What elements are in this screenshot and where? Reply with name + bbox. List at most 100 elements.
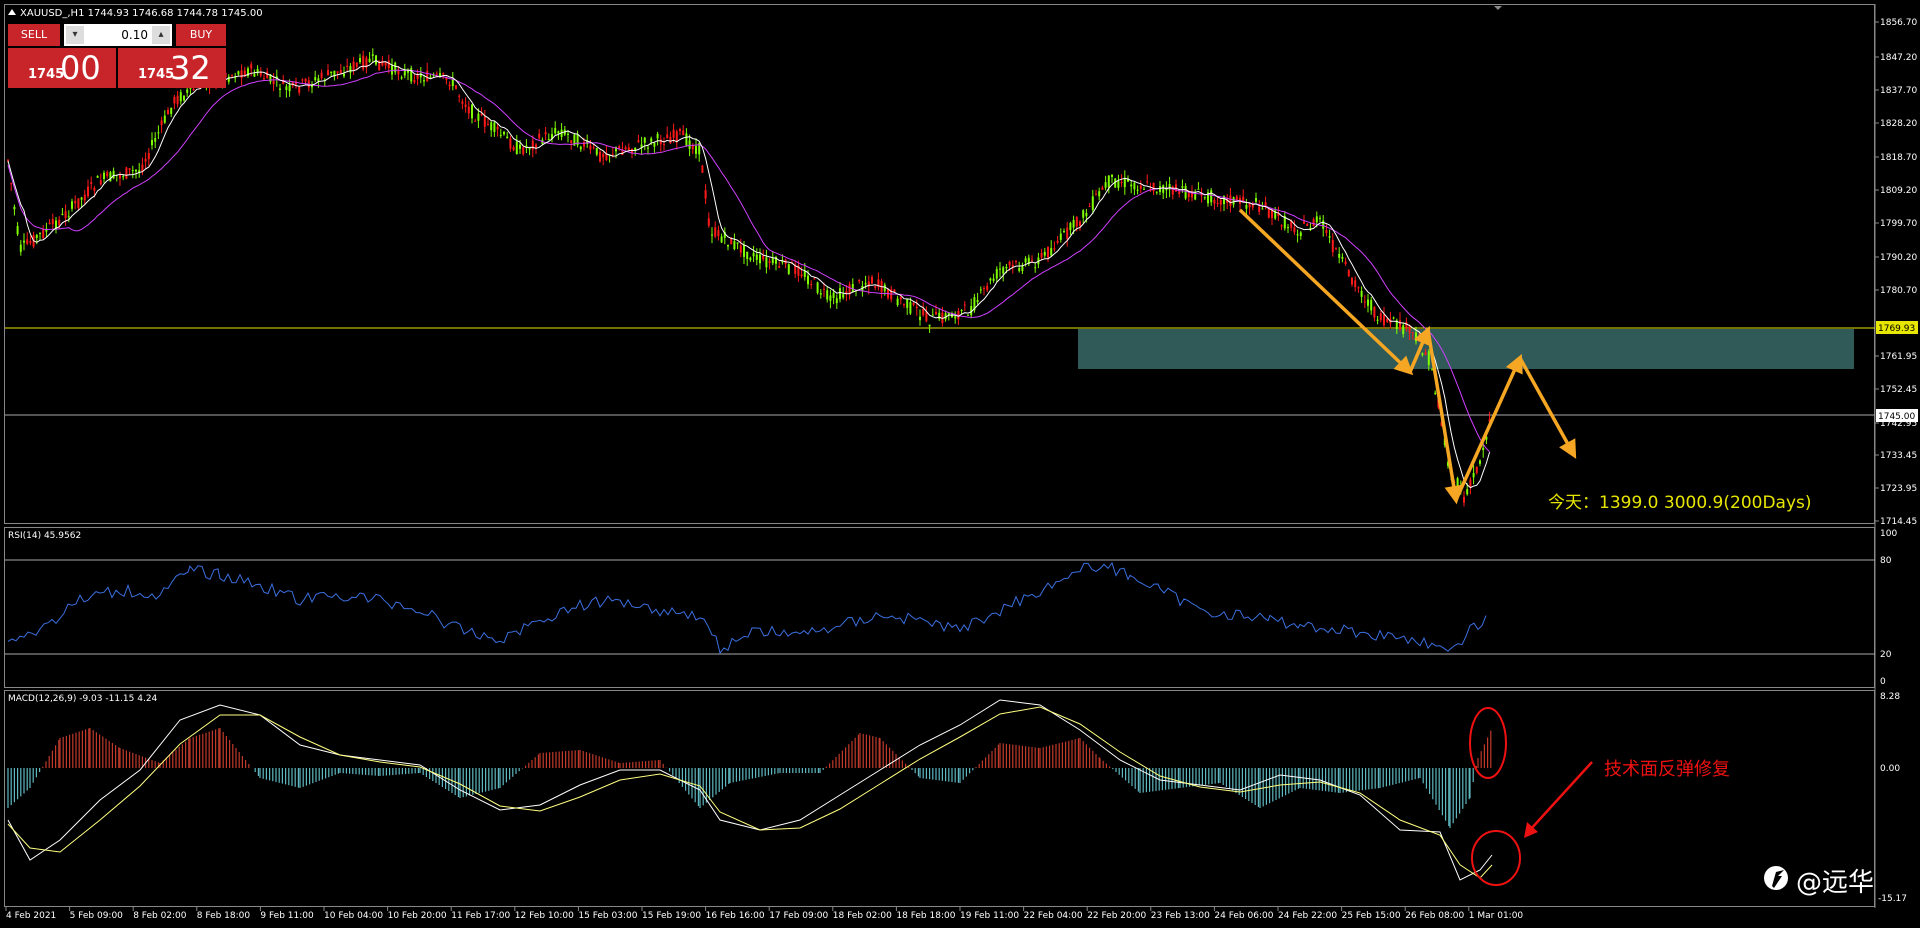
- candle-body: [1261, 208, 1264, 210]
- candle-body: [1091, 196, 1094, 210]
- candle-body: [643, 137, 646, 143]
- candle-body: [1328, 236, 1331, 238]
- candle-body: [1373, 306, 1376, 318]
- candle-body: [10, 183, 13, 185]
- candle-body: [64, 211, 67, 219]
- main-price-pane[interactable]: XAUUSD_,H1 1744.93 1746.68 1744.78 1745.…: [5, 8, 1875, 513]
- candle-body: [83, 194, 86, 201]
- candle-body: [816, 282, 819, 293]
- candle-body: [1008, 261, 1011, 266]
- macd-pane[interactable]: MACD(12,26,9) -9.03 -11.15 4.24 8.28 0.0…: [7, 692, 1907, 904]
- candle-body: [672, 129, 675, 138]
- candle-body: [1018, 268, 1021, 271]
- candle-body: [570, 140, 573, 144]
- candle-body: [96, 175, 99, 178]
- candle-body: [746, 251, 749, 260]
- candle-body: [979, 289, 982, 291]
- candle-body: [976, 299, 979, 303]
- candle-body: [1319, 217, 1321, 219]
- candle-body: [602, 153, 605, 158]
- candle-body: [717, 230, 720, 237]
- candle-body: [147, 153, 150, 160]
- candle-body: [915, 306, 918, 309]
- candle-body: [1402, 325, 1405, 334]
- candle-body: [515, 141, 518, 155]
- lot-size-stepper[interactable]: ▾ 0.10 ▴: [64, 24, 172, 46]
- candle-body: [109, 172, 112, 182]
- candle-body: [967, 314, 969, 316]
- candle-body: [1213, 199, 1216, 204]
- macd-cross-highlight-circle: [1471, 830, 1521, 886]
- candle-body: [922, 308, 925, 316]
- candle-body: [1287, 227, 1289, 229]
- candle-body: [1434, 392, 1437, 394]
- candle-body: [1322, 220, 1325, 229]
- candle-body: [544, 132, 547, 135]
- time-axis-label: 1 Mar 01:00: [1469, 911, 1524, 921]
- candle-body: [48, 222, 51, 224]
- candle-body: [1299, 232, 1302, 237]
- candle-body: [842, 294, 845, 298]
- price-axis-label: 1818.70: [1880, 153, 1917, 163]
- candle-body: [26, 239, 29, 244]
- candle-body: [160, 120, 163, 125]
- candle-body: [567, 133, 569, 135]
- candle-body: [240, 70, 243, 79]
- time-axis-label: 10 Feb 04:00: [324, 911, 383, 921]
- candle-body: [154, 138, 157, 142]
- rsi-pane[interactable]: RSI(14) 45.9562 100 80 20 0: [5, 529, 1897, 687]
- sell-price-button[interactable]: 1745 00: [8, 48, 116, 88]
- candle-body: [800, 274, 803, 277]
- candle-body: [688, 140, 691, 149]
- candle-body: [711, 234, 713, 236]
- candle-body: [1354, 280, 1357, 288]
- candle-body: [1069, 222, 1072, 231]
- candle-body: [1031, 259, 1033, 261]
- candle-body: [35, 235, 38, 239]
- lot-decrease-icon[interactable]: ▾: [66, 26, 84, 44]
- candle-body: [1421, 353, 1424, 356]
- candle-body: [1303, 221, 1305, 224]
- candle-body: [909, 302, 912, 314]
- candle-body: [1162, 185, 1165, 193]
- candle-body: [1133, 182, 1136, 190]
- watermark: @远华: [1762, 858, 1912, 898]
- candle-body: [522, 147, 525, 155]
- candle-body: [762, 255, 765, 260]
- candle-body: [496, 126, 499, 130]
- candle-body: [1130, 184, 1133, 187]
- candle-body: [685, 133, 688, 146]
- trading-chart[interactable]: XAUUSD_,H1 1744.93 1746.68 1744.78 1745.…: [0, 0, 1920, 928]
- candle-body: [1347, 269, 1350, 277]
- candle-body: [1117, 181, 1120, 188]
- candle-body: [112, 170, 115, 179]
- time-axis-label: 24 Feb 22:00: [1278, 911, 1337, 921]
- buy-price-button[interactable]: 1745 32: [118, 48, 226, 88]
- time-axis-label: 10 Feb 20:00: [388, 911, 447, 921]
- candle-body: [803, 270, 806, 277]
- time-axis-label: 15 Feb 19:00: [642, 911, 701, 921]
- candle-body: [179, 92, 182, 102]
- candle-body: [707, 218, 710, 226]
- candle-body: [595, 147, 598, 155]
- candle-body: [992, 278, 995, 281]
- candle-body: [1152, 182, 1155, 192]
- candle-body: [285, 86, 288, 91]
- rsi-axis-80: 80: [1880, 556, 1892, 566]
- sell-button[interactable]: SELL: [8, 24, 60, 46]
- candle-body: [1296, 234, 1299, 236]
- buy-button[interactable]: BUY: [176, 24, 226, 46]
- candle-body: [1059, 233, 1062, 240]
- candle-body: [16, 226, 19, 235]
- price-axis-label: 1828.20: [1880, 119, 1917, 129]
- candle-body: [835, 298, 838, 304]
- lot-increase-icon[interactable]: ▴: [152, 26, 170, 44]
- candle-body: [1075, 217, 1078, 227]
- symbol-info: XAUUSD_,H1 1744.93 1746.68 1744.78 1745.…: [20, 8, 263, 19]
- time-axis-label: 9 Feb 11:00: [260, 911, 314, 921]
- candle-body: [266, 71, 269, 79]
- lot-size-value[interactable]: 0.10: [121, 24, 148, 46]
- time-axis-label: 8 Feb 02:00: [133, 911, 187, 921]
- candle-body: [928, 324, 931, 327]
- candle-body: [314, 77, 317, 81]
